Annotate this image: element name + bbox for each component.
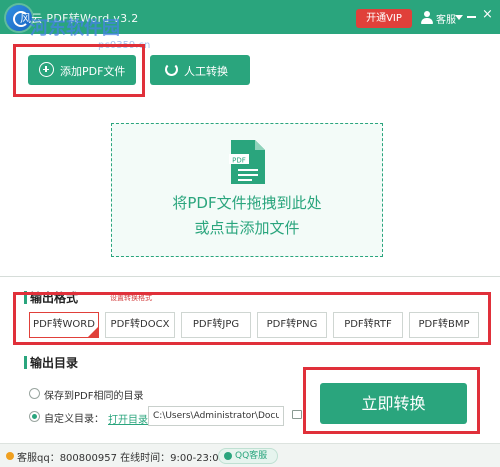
drop-zone-title: 将PDF文件拖拽到此处 — [172, 194, 322, 212]
customer-service-link[interactable]: 客服 — [436, 11, 456, 26]
folder-browse-icon[interactable] — [292, 410, 302, 419]
contact-info: 客服qq：800800957 在线时间：9:00-23:00 — [17, 453, 226, 464]
highlight-convert-button — [303, 367, 480, 434]
section-divider — [0, 276, 500, 277]
same-dir-label: 保存到PDF相同的目录 — [44, 391, 144, 402]
custom-dir-label: 自定义目录： — [44, 414, 104, 425]
output-dir-marker — [24, 356, 27, 369]
manual-convert-label: 人工转换 — [184, 65, 228, 78]
custom-dir-radio[interactable] — [29, 411, 40, 422]
vip-button[interactable]: 开通VIP — [356, 9, 412, 28]
qq-service-button[interactable]: QQ客服 — [218, 448, 278, 464]
status-dot-icon — [6, 452, 14, 460]
qq-service-label: QQ客服 — [235, 451, 268, 461]
open-dir-link[interactable]: 打开目录 — [108, 411, 148, 426]
pdf-document-icon: PDF — [229, 140, 265, 184]
watermark-text: 河东软件园 — [30, 18, 120, 39]
highlight-output-format — [13, 292, 491, 345]
highlight-add-file — [13, 44, 145, 97]
minimize-icon[interactable] — [467, 16, 476, 18]
file-drop-zone[interactable]: PDF 将PDF文件拖拽到此处 或点击添加文件 — [111, 123, 383, 257]
qq-icon — [224, 452, 232, 460]
footer-bar: 客服qq：800800957 在线时间：9:00-23:00 QQ客服 — [0, 443, 500, 467]
menu-dropdown-icon[interactable] — [455, 15, 463, 20]
pdf-icon-label: PDF — [232, 157, 246, 165]
output-path-input[interactable] — [148, 406, 284, 426]
same-dir-radio[interactable] — [29, 388, 40, 399]
close-icon[interactable]: × — [482, 8, 493, 22]
user-icon[interactable] — [420, 11, 434, 25]
drop-zone-subtitle: 或点击添加文件 — [194, 219, 300, 237]
manual-convert-icon — [165, 63, 178, 76]
manual-convert-button[interactable]: 人工转换 — [150, 55, 250, 85]
output-dir-title: 输出目录 — [30, 356, 79, 370]
